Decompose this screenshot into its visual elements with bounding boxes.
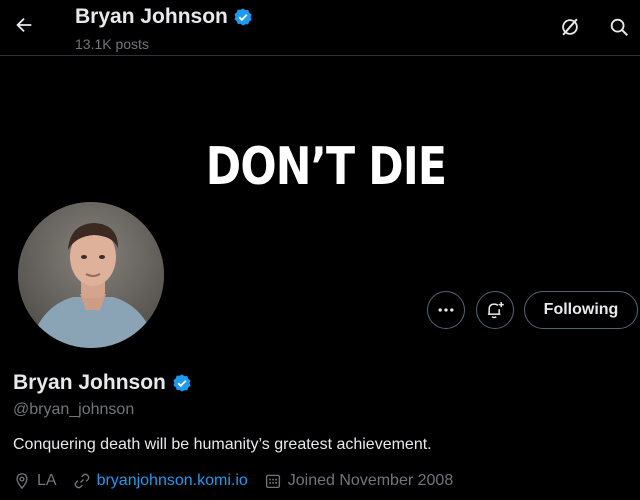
location-item: LA <box>13 472 57 490</box>
arrow-left-icon <box>16 17 32 33</box>
verified-badge-icon <box>234 8 252 26</box>
bell-plus-icon <box>487 302 504 319</box>
post-count: 13.1K posts <box>75 36 149 52</box>
location-text: LA <box>37 472 57 489</box>
location-pin-icon <box>16 473 28 490</box>
website-item: bryanjohnson.komi.io <box>73 472 248 490</box>
calendar-icon <box>265 474 280 489</box>
display-name: Bryan Johnson <box>13 371 192 395</box>
banner-text: DON’T DIE <box>205 137 447 197</box>
header-title: Bryan Johnson <box>75 5 253 29</box>
following-button[interactable]: Following <box>524 291 638 329</box>
grok-icon <box>562 18 578 36</box>
bio: Conquering death will be humanity’s grea… <box>13 436 432 453</box>
profile-header: Bryan Johnson 13.1K posts <box>0 0 640 56</box>
verified-badge-icon[interactable] <box>172 373 192 393</box>
back-button[interactable] <box>12 10 36 40</box>
joined-item: Joined November 2008 <box>264 472 453 490</box>
search-icon <box>610 18 628 36</box>
joined-text: Joined November 2008 <box>287 472 454 489</box>
grok-button[interactable] <box>557 14 583 40</box>
notify-button[interactable] <box>476 291 514 329</box>
user-handle: @bryan_johnson <box>13 401 135 418</box>
avatar-photo <box>18 202 164 348</box>
avatar[interactable] <box>16 200 166 350</box>
more-dots-icon <box>438 308 454 312</box>
profile-meta: LA bryanjohnson.komi.io Joined November … <box>13 472 469 490</box>
search-button[interactable] <box>606 14 632 40</box>
link-icon <box>74 473 89 489</box>
header-name-text: Bryan Johnson <box>75 5 228 28</box>
more-options-button[interactable] <box>427 291 465 329</box>
website-link[interactable]: bryanjohnson.komi.io <box>97 472 248 490</box>
display-name-text: Bryan Johnson <box>13 371 166 394</box>
